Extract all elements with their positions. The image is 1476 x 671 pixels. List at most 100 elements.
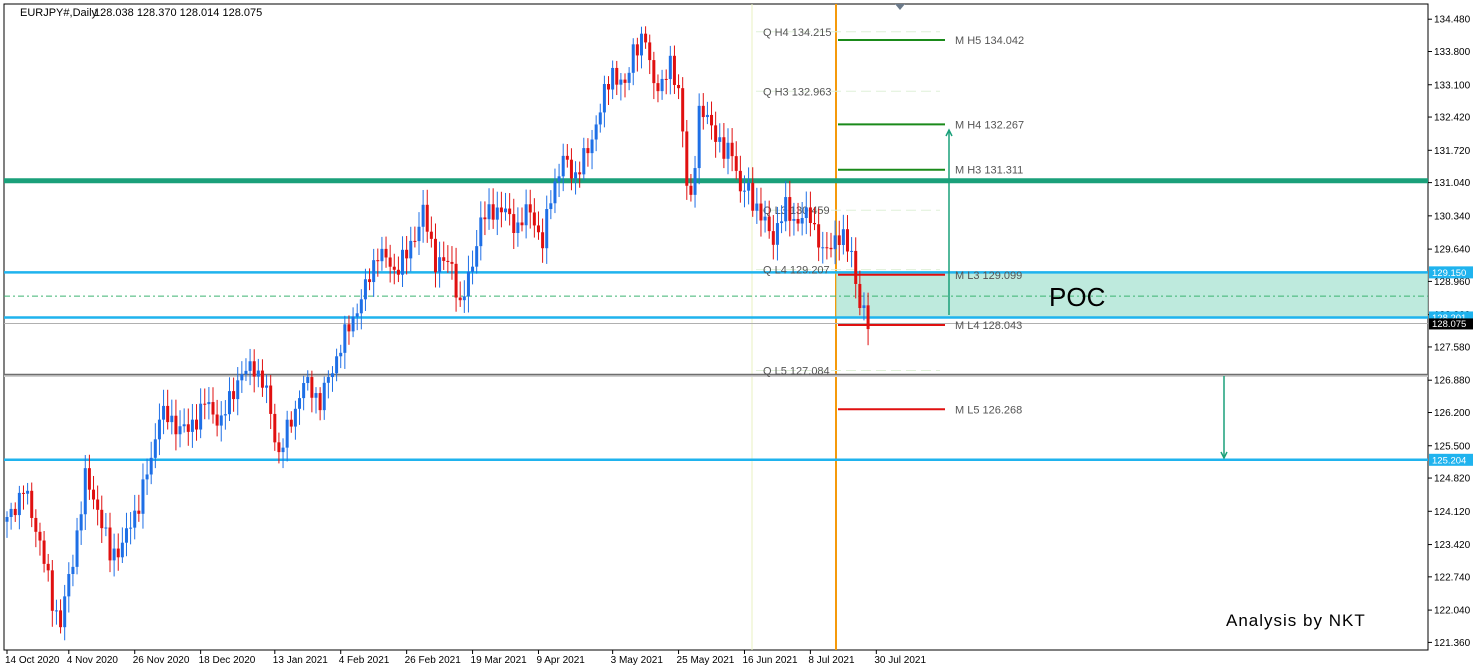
candle — [322, 376, 326, 420]
m-level-label: M L4 128.043 — [955, 320, 1022, 332]
candle-body — [186, 424, 190, 432]
candle-body — [553, 181, 557, 204]
candle-body — [75, 530, 79, 567]
candle — [330, 366, 334, 392]
candle — [429, 216, 433, 248]
candle — [21, 485, 25, 510]
candle — [34, 509, 38, 548]
candles — [5, 26, 870, 641]
candle — [30, 482, 34, 528]
candle-body — [462, 296, 466, 301]
candle — [541, 218, 545, 263]
candle-body — [433, 238, 437, 273]
candle — [747, 167, 751, 205]
candle — [705, 101, 709, 125]
candle — [536, 211, 540, 240]
candle — [475, 229, 479, 274]
candle — [442, 241, 446, 270]
candle-body — [392, 266, 396, 270]
candle-body — [293, 408, 297, 427]
x-tick-label: 9 Apr 2021 — [536, 655, 585, 666]
candle — [314, 387, 318, 414]
price-box: 129.150 — [1429, 266, 1473, 279]
candle-body — [755, 203, 759, 211]
x-tick-label: 19 Mar 2021 — [471, 655, 528, 666]
candle-body — [516, 222, 520, 234]
candle-body — [747, 182, 751, 191]
candle-body — [46, 563, 50, 571]
candle-body — [265, 385, 269, 388]
candle — [92, 475, 96, 510]
candle-body — [13, 508, 17, 516]
y-tick-label: 121.360 — [1434, 638, 1471, 649]
candle — [524, 189, 528, 239]
candle-body — [528, 204, 532, 213]
candle — [5, 511, 9, 538]
candle-body — [207, 402, 211, 405]
candle-body — [858, 283, 862, 309]
candle — [718, 123, 722, 153]
y-tick-label: 129.640 — [1434, 245, 1471, 256]
candle — [38, 522, 42, 556]
candle-body — [149, 457, 153, 475]
x-tick-label: 26 Nov 2020 — [133, 655, 190, 666]
candle — [726, 128, 730, 175]
x-tick-label: 13 Jan 2021 — [273, 655, 328, 666]
x-tick-label: 3 May 2021 — [611, 655, 664, 666]
candle-body — [586, 148, 590, 154]
candle — [607, 76, 611, 106]
x-tick-label: 4 Feb 2021 — [339, 655, 390, 666]
candle — [454, 247, 458, 312]
candle-body — [166, 405, 170, 423]
y-tick-label: 133.100 — [1434, 80, 1471, 91]
candle-body — [277, 442, 281, 453]
candle — [685, 120, 689, 200]
candle-body — [705, 114, 709, 118]
candle-body — [145, 474, 149, 480]
candle — [483, 201, 487, 236]
candle-body — [458, 297, 462, 301]
candle-body — [310, 377, 314, 398]
candle-body — [244, 370, 248, 375]
candle — [227, 377, 231, 421]
candle — [841, 214, 845, 255]
candle — [54, 599, 58, 625]
candle-body — [211, 402, 215, 415]
candle-body — [668, 55, 672, 80]
candle — [520, 207, 524, 232]
candle — [149, 441, 153, 485]
candle-body — [50, 570, 54, 611]
candle — [104, 513, 108, 537]
candle-body — [710, 114, 714, 126]
candle — [446, 245, 450, 273]
candle-body — [124, 528, 128, 543]
candle — [100, 495, 104, 543]
candle-body — [108, 527, 112, 561]
candle-body — [421, 204, 425, 227]
candle-body — [569, 159, 573, 179]
candle — [438, 241, 442, 288]
candle-body — [223, 414, 227, 416]
q-level-label: Q H3 132.963 — [763, 86, 832, 98]
candle — [293, 400, 297, 440]
candle-body — [79, 514, 83, 531]
y-tick-label: 125.500 — [1434, 441, 1471, 452]
candle — [561, 143, 565, 192]
candle-body — [701, 105, 705, 118]
candle-body — [442, 257, 446, 261]
candle-body — [788, 197, 792, 221]
candle-body — [133, 510, 137, 528]
m-level-label: M L5 126.268 — [955, 404, 1022, 416]
candle-body — [520, 222, 524, 226]
candle — [545, 195, 549, 264]
candle-body — [285, 419, 289, 448]
chart[interactable]: Q H4 134.215Q H3 132.963Q L3 130.459Q L4… — [0, 0, 1476, 671]
candle-body — [306, 377, 310, 384]
candle — [79, 501, 83, 545]
candle — [569, 148, 573, 191]
candle-body — [219, 415, 223, 426]
candle-body — [693, 168, 697, 195]
candle — [190, 403, 194, 448]
candle-body — [363, 279, 367, 300]
candle-body — [401, 249, 405, 275]
